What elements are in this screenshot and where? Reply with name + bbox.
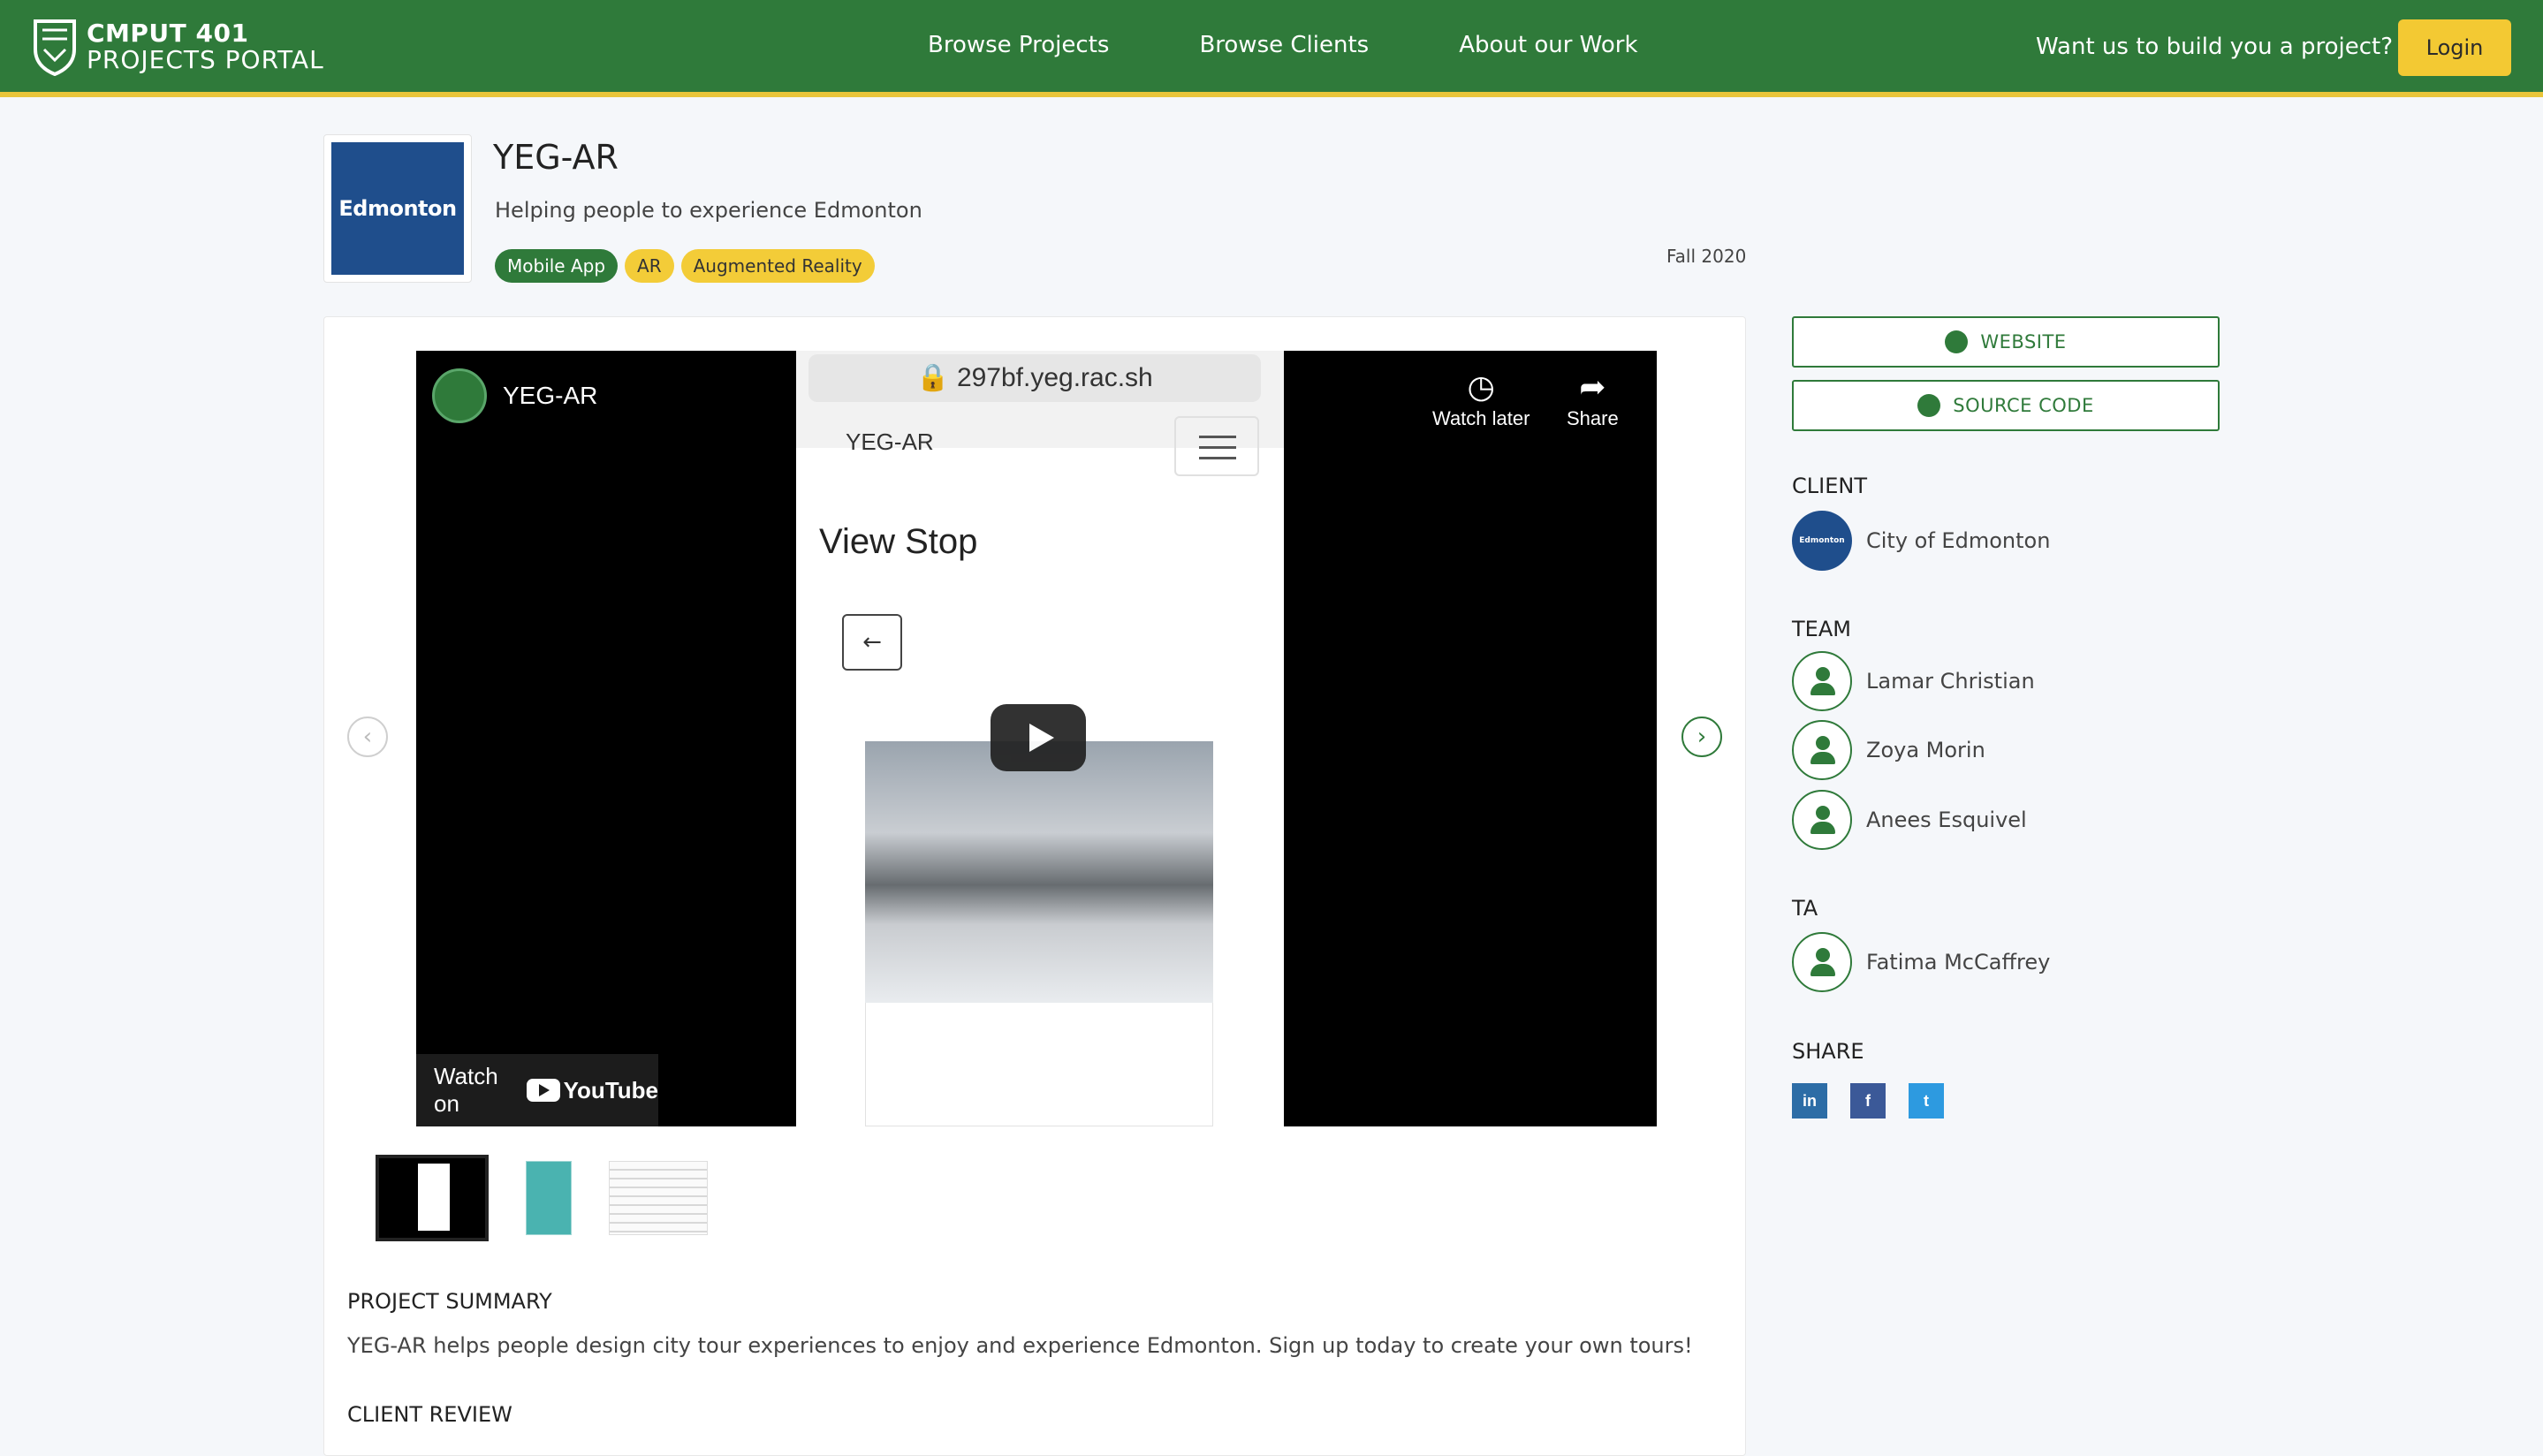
nav-about-our-work[interactable]: About our Work [1459, 32, 1637, 58]
nav-browse-clients[interactable]: Browse Clients [1199, 32, 1369, 58]
play-button[interactable] [991, 704, 1086, 771]
thumbnail-strip [376, 1155, 745, 1241]
build-project-link[interactable]: Want us to build you a project? [2036, 34, 2393, 60]
project-logo: Edmonton [323, 134, 472, 283]
video-title[interactable]: YEG-AR [503, 382, 597, 410]
source-code-button[interactable]: SOURCE CODE [1792, 380, 2220, 431]
summary-text: YEG-AR helps people design city tour exp… [347, 1333, 1693, 1358]
brand-subtitle: PROJECTS PORTAL [87, 45, 324, 74]
team-member-name: Zoya Morin [1866, 738, 1985, 762]
twitter-icon[interactable]: t [1909, 1083, 1944, 1119]
team-heading: TEAM [1792, 617, 1851, 641]
main-nav: Browse Projects Browse Clients About our… [928, 32, 1728, 58]
person-icon [1792, 790, 1852, 850]
project-subtitle: Helping people to experience Edmonton [495, 198, 922, 223]
person-icon [1792, 932, 1852, 992]
person-icon [1792, 651, 1852, 711]
carousel-next-button[interactable]: › [1681, 717, 1722, 757]
brand-logo-link[interactable]: CMPUT 401 PROJECTS PORTAL [32, 18, 324, 76]
client-name: City of Edmonton [1866, 528, 2051, 553]
team-member-name: Anees Esquivel [1866, 808, 2027, 832]
website-button[interactable]: WEBSITE [1792, 316, 2220, 368]
website-label: WEBSITE [1980, 331, 2067, 353]
client-item[interactable]: Edmonton City of Edmonton [1792, 511, 2050, 571]
top-nav-bar: CMPUT 401 PROJECTS PORTAL Browse Project… [0, 0, 2543, 97]
watch-on-youtube-button[interactable]: Watch on YouTube [416, 1054, 658, 1126]
url-bar: 🔒 297bf.yeg.rac.sh [808, 354, 1261, 402]
tag-augmented-reality[interactable]: Augmented Reality [680, 249, 875, 283]
client-logo: Edmonton [1792, 511, 1852, 571]
watch-later-label: Watch later [1432, 407, 1530, 429]
thumbnail-poster[interactable] [526, 1161, 572, 1235]
share-heading: SHARE [1792, 1039, 1864, 1064]
carousel-prev-button[interactable]: ‹ [347, 717, 388, 757]
person-icon [1792, 720, 1852, 780]
team-member-name: Lamar Christian [1866, 669, 2035, 694]
tag-ar[interactable]: AR [625, 249, 674, 283]
client-review-heading: CLIENT REVIEW [347, 1402, 512, 1427]
watch-on-label: Watch on [434, 1063, 498, 1117]
share-arrow-icon: ➦ [1579, 368, 1606, 405]
channel-avatar[interactable] [432, 368, 487, 423]
clock-icon: ◷ [1467, 368, 1495, 405]
team-member[interactable]: Zoya Morin [1792, 720, 1985, 780]
url-text: 297bf.yeg.rac.sh [956, 363, 1153, 392]
edmonton-logo: Edmonton [331, 142, 464, 275]
phone-app-name: YEG-AR [846, 428, 934, 455]
client-heading: CLIENT [1792, 474, 1867, 498]
tag-mobile-app[interactable]: Mobile App [495, 249, 619, 283]
login-button[interactable]: Login [2398, 19, 2511, 76]
share-icons: in f t [1792, 1083, 1967, 1119]
project-card: YEG-AR ◷ Watch later ➦ Share 🔒 297bf.yeg… [323, 316, 1746, 1456]
nav-browse-projects[interactable]: Browse Projects [928, 32, 1109, 58]
team-member[interactable]: Anees Esquivel [1792, 790, 2027, 850]
thumbnail-video[interactable] [376, 1155, 489, 1241]
summary-heading: PROJECT SUMMARY [347, 1289, 552, 1314]
source-code-label: SOURCE CODE [1953, 395, 2094, 416]
ta-heading: TA [1792, 896, 1818, 921]
ta-name: Fatima McCaffrey [1866, 950, 2051, 974]
shield-logo-icon [34, 19, 76, 76]
ta-member[interactable]: Fatima McCaffrey [1792, 932, 2050, 992]
share-video-label: Share [1567, 407, 1619, 429]
youtube-wordmark: YouTube [563, 1076, 658, 1103]
watch-later-button[interactable]: ◷ Watch later [1432, 368, 1530, 430]
project-term: Fall 2020 [1666, 246, 1747, 267]
github-icon [1917, 394, 1941, 417]
linkedin-icon[interactable]: in [1792, 1083, 1827, 1119]
youtube-logo: YouTube [526, 1076, 658, 1104]
youtube-play-icon [526, 1079, 560, 1102]
project-title: YEG-AR [493, 138, 619, 177]
tag-list: Mobile App AR Augmented Reality [495, 249, 882, 283]
share-video-button[interactable]: ➦ Share [1567, 368, 1619, 430]
phone-card-body [865, 1003, 1213, 1126]
youtube-embed[interactable]: YEG-AR ◷ Watch later ➦ Share 🔒 297bf.yeg… [416, 351, 1657, 1126]
facebook-icon[interactable]: f [1850, 1083, 1886, 1119]
hamburger-icon [1174, 416, 1259, 476]
thumbnail-document[interactable] [609, 1161, 708, 1235]
phone-screen-title: View Stop [819, 522, 978, 561]
stop-photo [865, 741, 1213, 1003]
team-member[interactable]: Lamar Christian [1792, 651, 2035, 711]
brand-title: CMPUT 401 [87, 19, 249, 48]
globe-icon [1945, 330, 1969, 353]
back-arrow-icon: ← [842, 614, 902, 671]
